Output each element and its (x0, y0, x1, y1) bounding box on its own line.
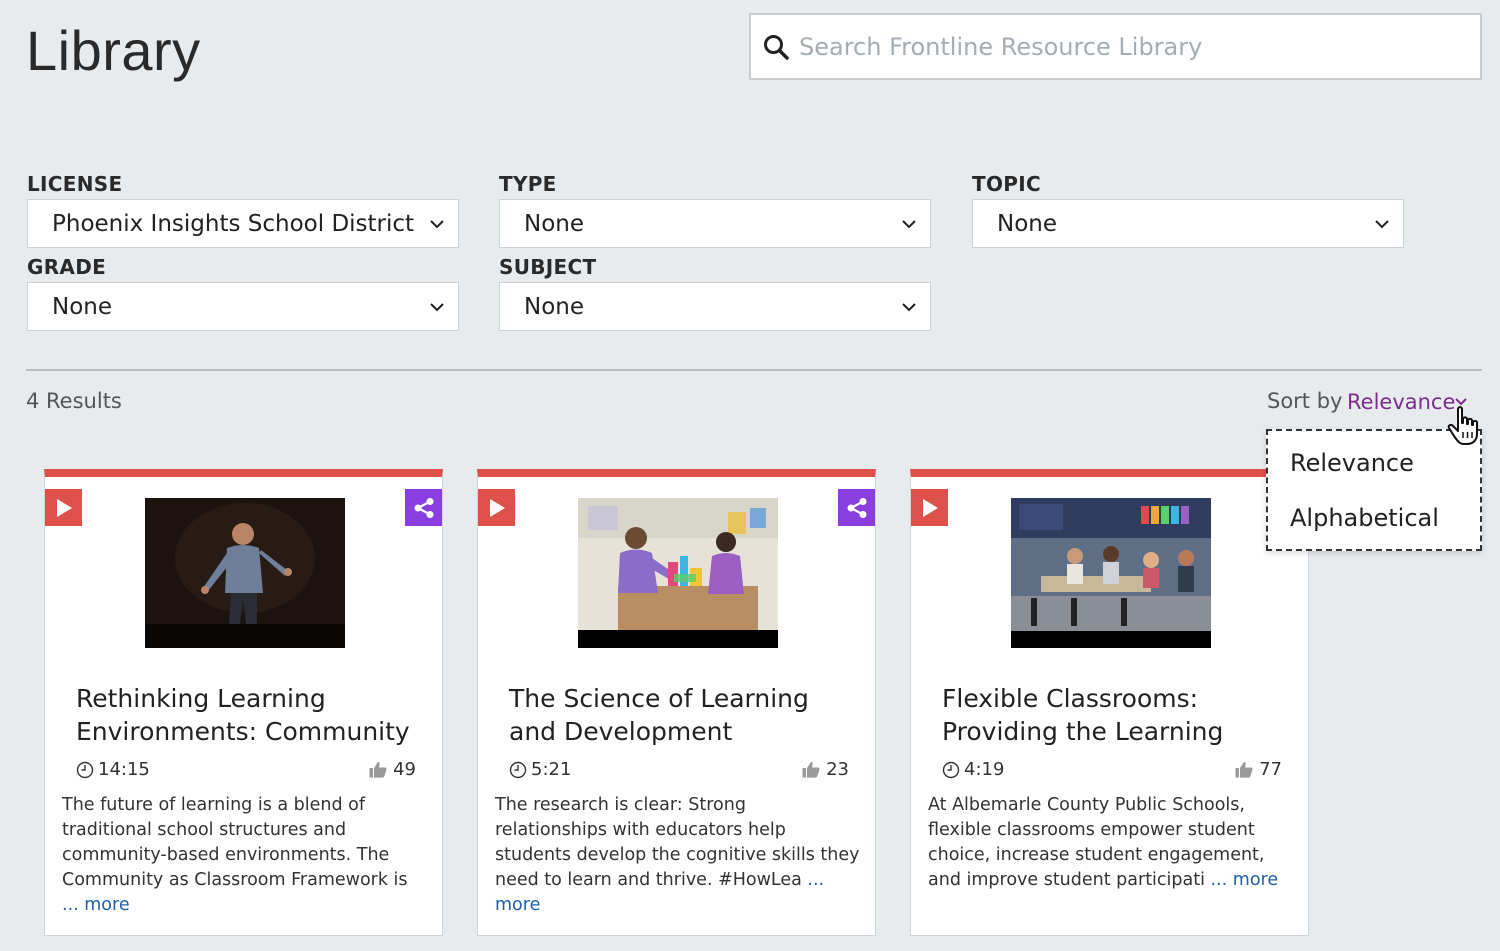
card-duration: 14:15 (76, 759, 150, 780)
chevron-down-icon (1375, 219, 1389, 228)
type-select-value: None (524, 210, 585, 237)
play-icon (922, 498, 938, 517)
grade-select-value: None (52, 293, 113, 320)
search-box[interactable] (749, 13, 1482, 80)
subject-select[interactable]: None (499, 282, 931, 331)
thumbs-up-icon (1235, 762, 1253, 778)
description-text: The research is clear: Strong relationsh… (495, 795, 860, 890)
card-duration: 4:19 (942, 759, 1004, 780)
topic-select-value: None (997, 210, 1058, 237)
divider (26, 369, 1482, 371)
thumbs-up-icon (802, 762, 820, 778)
type-select[interactable]: None (499, 199, 931, 248)
card-title[interactable]: Flexible Classrooms: Providing the Learn… (942, 682, 1287, 748)
clock-icon (942, 761, 960, 778)
license-label: LICENSE (27, 172, 123, 196)
card-title[interactable]: Rethinking Learning Environments: Commun… (76, 682, 421, 748)
video-thumbnail[interactable] (145, 498, 345, 648)
chevron-down-icon (430, 302, 444, 311)
duration-text: 4:19 (964, 759, 1005, 780)
duration-text: 5:21 (531, 759, 572, 780)
sort-label: Sort by (1267, 389, 1343, 413)
subject-label: SUBJECT (499, 255, 597, 279)
card-likes: 49 (369, 759, 416, 780)
resource-card[interactable]: The Science of Learning and Development … (477, 469, 876, 936)
grade-label: GRADE (27, 255, 107, 279)
card-description: At Albemarle County Public Schools, flex… (928, 793, 1293, 893)
video-thumbnail[interactable] (1011, 498, 1211, 648)
play-icon (489, 498, 505, 517)
search-input[interactable] (799, 32, 1459, 61)
resource-card[interactable]: Rethinking Learning Environments: Commun… (44, 469, 443, 936)
likes-count: 77 (1259, 759, 1282, 780)
grade-select[interactable]: None (27, 282, 459, 331)
topic-select[interactable]: None (972, 199, 1404, 248)
hand-cursor-icon (1447, 406, 1478, 445)
more-link[interactable]: ... more (1211, 870, 1279, 890)
share-icon (847, 497, 866, 518)
more-link[interactable]: ... more (62, 895, 130, 915)
card-title[interactable]: The Science of Learning and Development (509, 682, 854, 748)
sort-option-relevance[interactable]: Relevance (1290, 449, 1414, 477)
chevron-down-icon (430, 219, 444, 228)
subject-select-value: None (524, 293, 585, 320)
video-badge (911, 489, 948, 526)
type-label: TYPE (499, 172, 557, 196)
license-select-value: Phoenix Insights School District (52, 210, 415, 237)
card-description: The future of learning is a blend of tra… (62, 793, 427, 918)
clock-icon (76, 761, 94, 778)
likes-count: 49 (393, 759, 416, 780)
sort-option-alphabetical[interactable]: Alphabetical (1290, 504, 1439, 532)
video-badge (45, 489, 82, 526)
card-likes: 77 (1235, 759, 1282, 780)
page-title: Library (26, 19, 201, 82)
results-count: 4 Results (26, 389, 122, 413)
video-thumbnail[interactable] (578, 498, 778, 648)
license-select[interactable]: Phoenix Insights School District (27, 199, 459, 248)
share-button[interactable] (405, 489, 442, 526)
thumbs-up-icon (369, 762, 387, 778)
sort-dropdown: Relevance Alphabetical (1266, 429, 1482, 551)
likes-count: 23 (826, 759, 849, 780)
topic-label: TOPIC (972, 172, 1041, 196)
sort-select[interactable]: Relevance (1347, 390, 1455, 414)
share-button[interactable] (838, 489, 875, 526)
video-badge (478, 489, 515, 526)
play-icon (56, 498, 72, 517)
description-text: The future of learning is a blend of tra… (62, 795, 408, 890)
card-description: The research is clear: Strong relationsh… (495, 793, 860, 918)
card-duration: 5:21 (509, 759, 571, 780)
card-likes: 23 (802, 759, 849, 780)
chevron-down-icon (902, 302, 916, 311)
search-icon (764, 34, 789, 60)
clock-icon (509, 761, 527, 778)
chevron-down-icon (902, 219, 916, 228)
share-icon (414, 497, 433, 518)
resource-card[interactable]: Flexible Classrooms: Providing the Learn… (910, 469, 1309, 936)
duration-text: 14:15 (98, 759, 150, 780)
